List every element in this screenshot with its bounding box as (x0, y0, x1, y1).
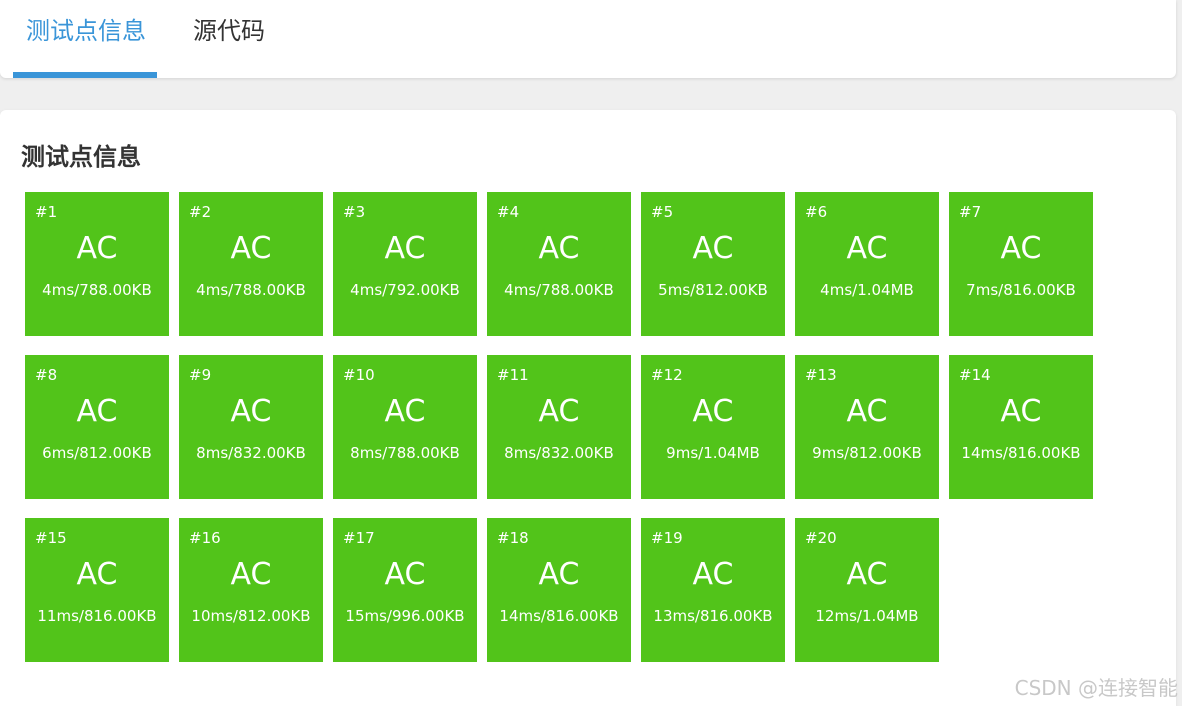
test-case-tile[interactable]: #2 AC 4ms/788.00KB (179, 192, 323, 336)
test-case-id: #11 (497, 366, 529, 384)
test-case-tile[interactable]: #11 AC 8ms/832.00KB (487, 355, 631, 499)
test-case-id: #6 (805, 203, 828, 221)
test-case-status: AC (1000, 394, 1042, 429)
test-case-status: AC (846, 231, 888, 266)
test-case-status: AC (692, 557, 734, 592)
test-case-tile[interactable]: #9 AC 8ms/832.00KB (179, 355, 323, 499)
tab-test-case-info[interactable]: 测试点信息 (26, 16, 146, 46)
test-case-tile[interactable]: #5 AC 5ms/812.00KB (641, 192, 785, 336)
test-case-status: AC (538, 394, 580, 429)
test-case-usage: 12ms/1.04MB (815, 607, 919, 625)
test-case-id: #9 (189, 366, 212, 384)
test-case-status: AC (76, 394, 118, 429)
test-case-tile[interactable]: #16 AC 10ms/812.00KB (179, 518, 323, 662)
test-case-tile[interactable]: #12 AC 9ms/1.04MB (641, 355, 785, 499)
test-case-tile[interactable]: #15 AC 11ms/816.00KB (25, 518, 169, 662)
active-tab-indicator (13, 72, 157, 78)
test-case-id: #5 (651, 203, 674, 221)
test-case-usage: 15ms/996.00KB (345, 607, 465, 625)
test-case-tile[interactable]: #3 AC 4ms/792.00KB (333, 192, 477, 336)
test-case-usage: 11ms/816.00KB (37, 607, 157, 625)
test-case-usage: 14ms/816.00KB (499, 607, 619, 625)
test-case-status: AC (384, 557, 426, 592)
test-case-id: #10 (343, 366, 375, 384)
test-case-id: #3 (343, 203, 366, 221)
test-case-id: #19 (651, 529, 683, 547)
test-case-status: AC (384, 231, 426, 266)
test-case-status: AC (538, 557, 580, 592)
test-case-usage: 13ms/816.00KB (653, 607, 773, 625)
test-case-usage: 8ms/788.00KB (350, 444, 460, 462)
test-case-tile[interactable]: #19 AC 13ms/816.00KB (641, 518, 785, 662)
test-case-tile[interactable]: #6 AC 4ms/1.04MB (795, 192, 939, 336)
test-case-tile[interactable]: #17 AC 15ms/996.00KB (333, 518, 477, 662)
test-case-usage: 4ms/1.04MB (820, 281, 914, 299)
test-case-tile[interactable]: #13 AC 9ms/812.00KB (795, 355, 939, 499)
test-case-status: AC (230, 557, 272, 592)
test-case-tile[interactable]: #10 AC 8ms/788.00KB (333, 355, 477, 499)
test-case-id: #2 (189, 203, 212, 221)
test-case-id: #13 (805, 366, 837, 384)
test-case-usage: 5ms/812.00KB (658, 281, 768, 299)
test-case-tile[interactable]: #4 AC 4ms/788.00KB (487, 192, 631, 336)
test-case-id: #18 (497, 529, 529, 547)
test-case-usage: 14ms/816.00KB (961, 444, 1081, 462)
test-case-status: AC (538, 231, 580, 266)
test-case-status: AC (846, 394, 888, 429)
section-title: 测试点信息 (21, 143, 141, 171)
watermark: CSDN @连接智能 (1014, 676, 1178, 700)
test-case-usage: 4ms/792.00KB (350, 281, 460, 299)
test-case-usage: 6ms/812.00KB (42, 444, 152, 462)
test-case-id: #8 (35, 366, 58, 384)
test-case-id: #15 (35, 529, 67, 547)
tab-source-code[interactable]: 源代码 (193, 16, 265, 46)
test-case-usage: 7ms/816.00KB (966, 281, 1076, 299)
test-case-usage: 4ms/788.00KB (504, 281, 614, 299)
test-case-id: #14 (959, 366, 991, 384)
tab-bar: 测试点信息 源代码 (0, 0, 1176, 78)
test-case-id: #4 (497, 203, 520, 221)
test-case-status: AC (384, 394, 426, 429)
test-case-usage: 10ms/812.00KB (191, 607, 311, 625)
test-case-id: #20 (805, 529, 837, 547)
test-case-tile[interactable]: #20 AC 12ms/1.04MB (795, 518, 939, 662)
test-case-status: AC (230, 394, 272, 429)
test-case-status: AC (846, 557, 888, 592)
test-case-usage: 4ms/788.00KB (42, 281, 152, 299)
test-case-usage: 8ms/832.00KB (196, 444, 306, 462)
test-case-status: AC (76, 557, 118, 592)
test-case-status: AC (692, 231, 734, 266)
test-case-tile[interactable]: #1 AC 4ms/788.00KB (25, 192, 169, 336)
test-case-status: AC (76, 231, 118, 266)
test-case-id: #12 (651, 366, 683, 384)
test-case-tile[interactable]: #8 AC 6ms/812.00KB (25, 355, 169, 499)
test-case-usage: 9ms/1.04MB (666, 444, 760, 462)
test-case-id: #16 (189, 529, 221, 547)
test-case-status: AC (692, 394, 734, 429)
test-case-usage: 8ms/832.00KB (504, 444, 614, 462)
test-case-tile[interactable]: #18 AC 14ms/816.00KB (487, 518, 631, 662)
test-case-status: AC (1000, 231, 1042, 266)
test-case-id: #1 (35, 203, 58, 221)
test-case-usage: 4ms/788.00KB (196, 281, 306, 299)
test-case-id: #7 (959, 203, 982, 221)
test-case-panel: 测试点信息 #1 AC 4ms/788.00KB #2 AC 4ms/788.00KB #3… (0, 110, 1176, 706)
test-case-tile[interactable]: #14 AC 14ms/816.00KB (949, 355, 1093, 499)
test-case-status: AC (230, 231, 272, 266)
test-case-tile[interactable]: #7 AC 7ms/816.00KB (949, 192, 1093, 336)
test-case-usage: 9ms/812.00KB (812, 444, 922, 462)
test-case-grid: #1 AC 4ms/788.00KB #2 AC 4ms/788.00KB #3 AC 4ms/… (25, 192, 1105, 662)
test-case-id: #17 (343, 529, 375, 547)
